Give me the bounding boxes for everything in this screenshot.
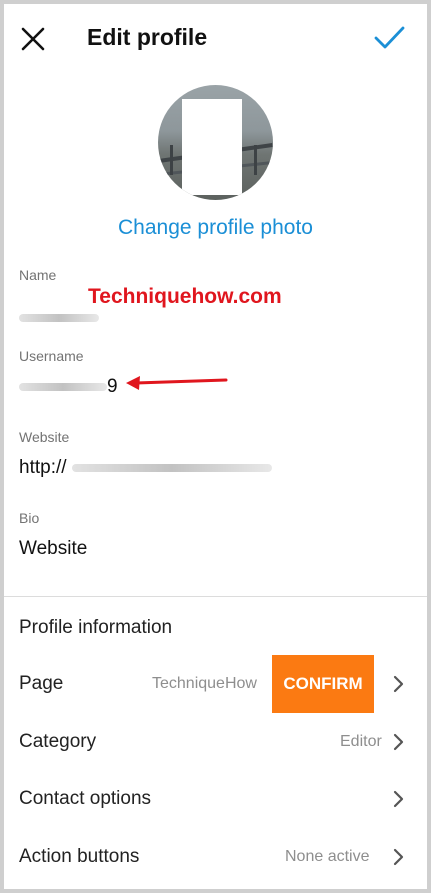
chevron-right-icon [393,675,404,693]
action-buttons-label: Action buttons [19,846,140,867]
section-divider [4,596,427,597]
profile-photo[interactable] [158,85,273,200]
avatar-redaction [182,99,242,195]
category-label: Category [19,731,97,752]
confirm-button[interactable]: CONFIRM [272,655,374,713]
bio-value: Website [19,538,88,559]
redacted-text [19,382,107,391]
action-buttons-row[interactable]: Action buttons None active [0,834,431,880]
redacted-text [71,463,272,472]
bio-input[interactable]: Website [19,537,412,561]
category-value: Editor [340,733,382,750]
chevron-right-icon [393,733,404,751]
watermark: Techniquehow.com [88,285,282,308]
website-label: Website [19,429,70,445]
profile-information-title: Profile information [19,617,173,638]
page-title: Edit profile [87,24,208,50]
action-buttons-value: None active [285,848,370,865]
checkmark-icon[interactable] [372,22,406,52]
change-profile-photo-link[interactable]: Change profile photo [0,214,431,242]
contact-options-label: Contact options [19,788,152,809]
bio-field[interactable]: Bio Website [19,509,412,561]
avatar-detail [170,145,173,175]
name-label: Name [19,267,57,283]
chevron-right-icon [393,848,404,866]
website-field[interactable]: Website http:// [19,428,412,480]
avatar-detail [254,145,257,175]
username-label: Username [19,348,84,364]
category-row[interactable]: Category Editor [0,719,431,765]
page-value: TechniqueHow [152,675,257,692]
page-label: Page [19,673,64,694]
chevron-right-icon [393,790,404,808]
website-input[interactable]: http:// [19,456,412,480]
annotation-arrow-icon [126,376,228,390]
redacted-text [19,314,99,322]
top-bar: Edit profile [0,0,431,78]
website-value: http:// [19,457,67,478]
close-icon[interactable] [16,22,50,56]
bio-label: Bio [19,510,40,526]
contact-options-row[interactable]: Contact options [0,776,431,822]
username-value: 9 [107,376,118,397]
